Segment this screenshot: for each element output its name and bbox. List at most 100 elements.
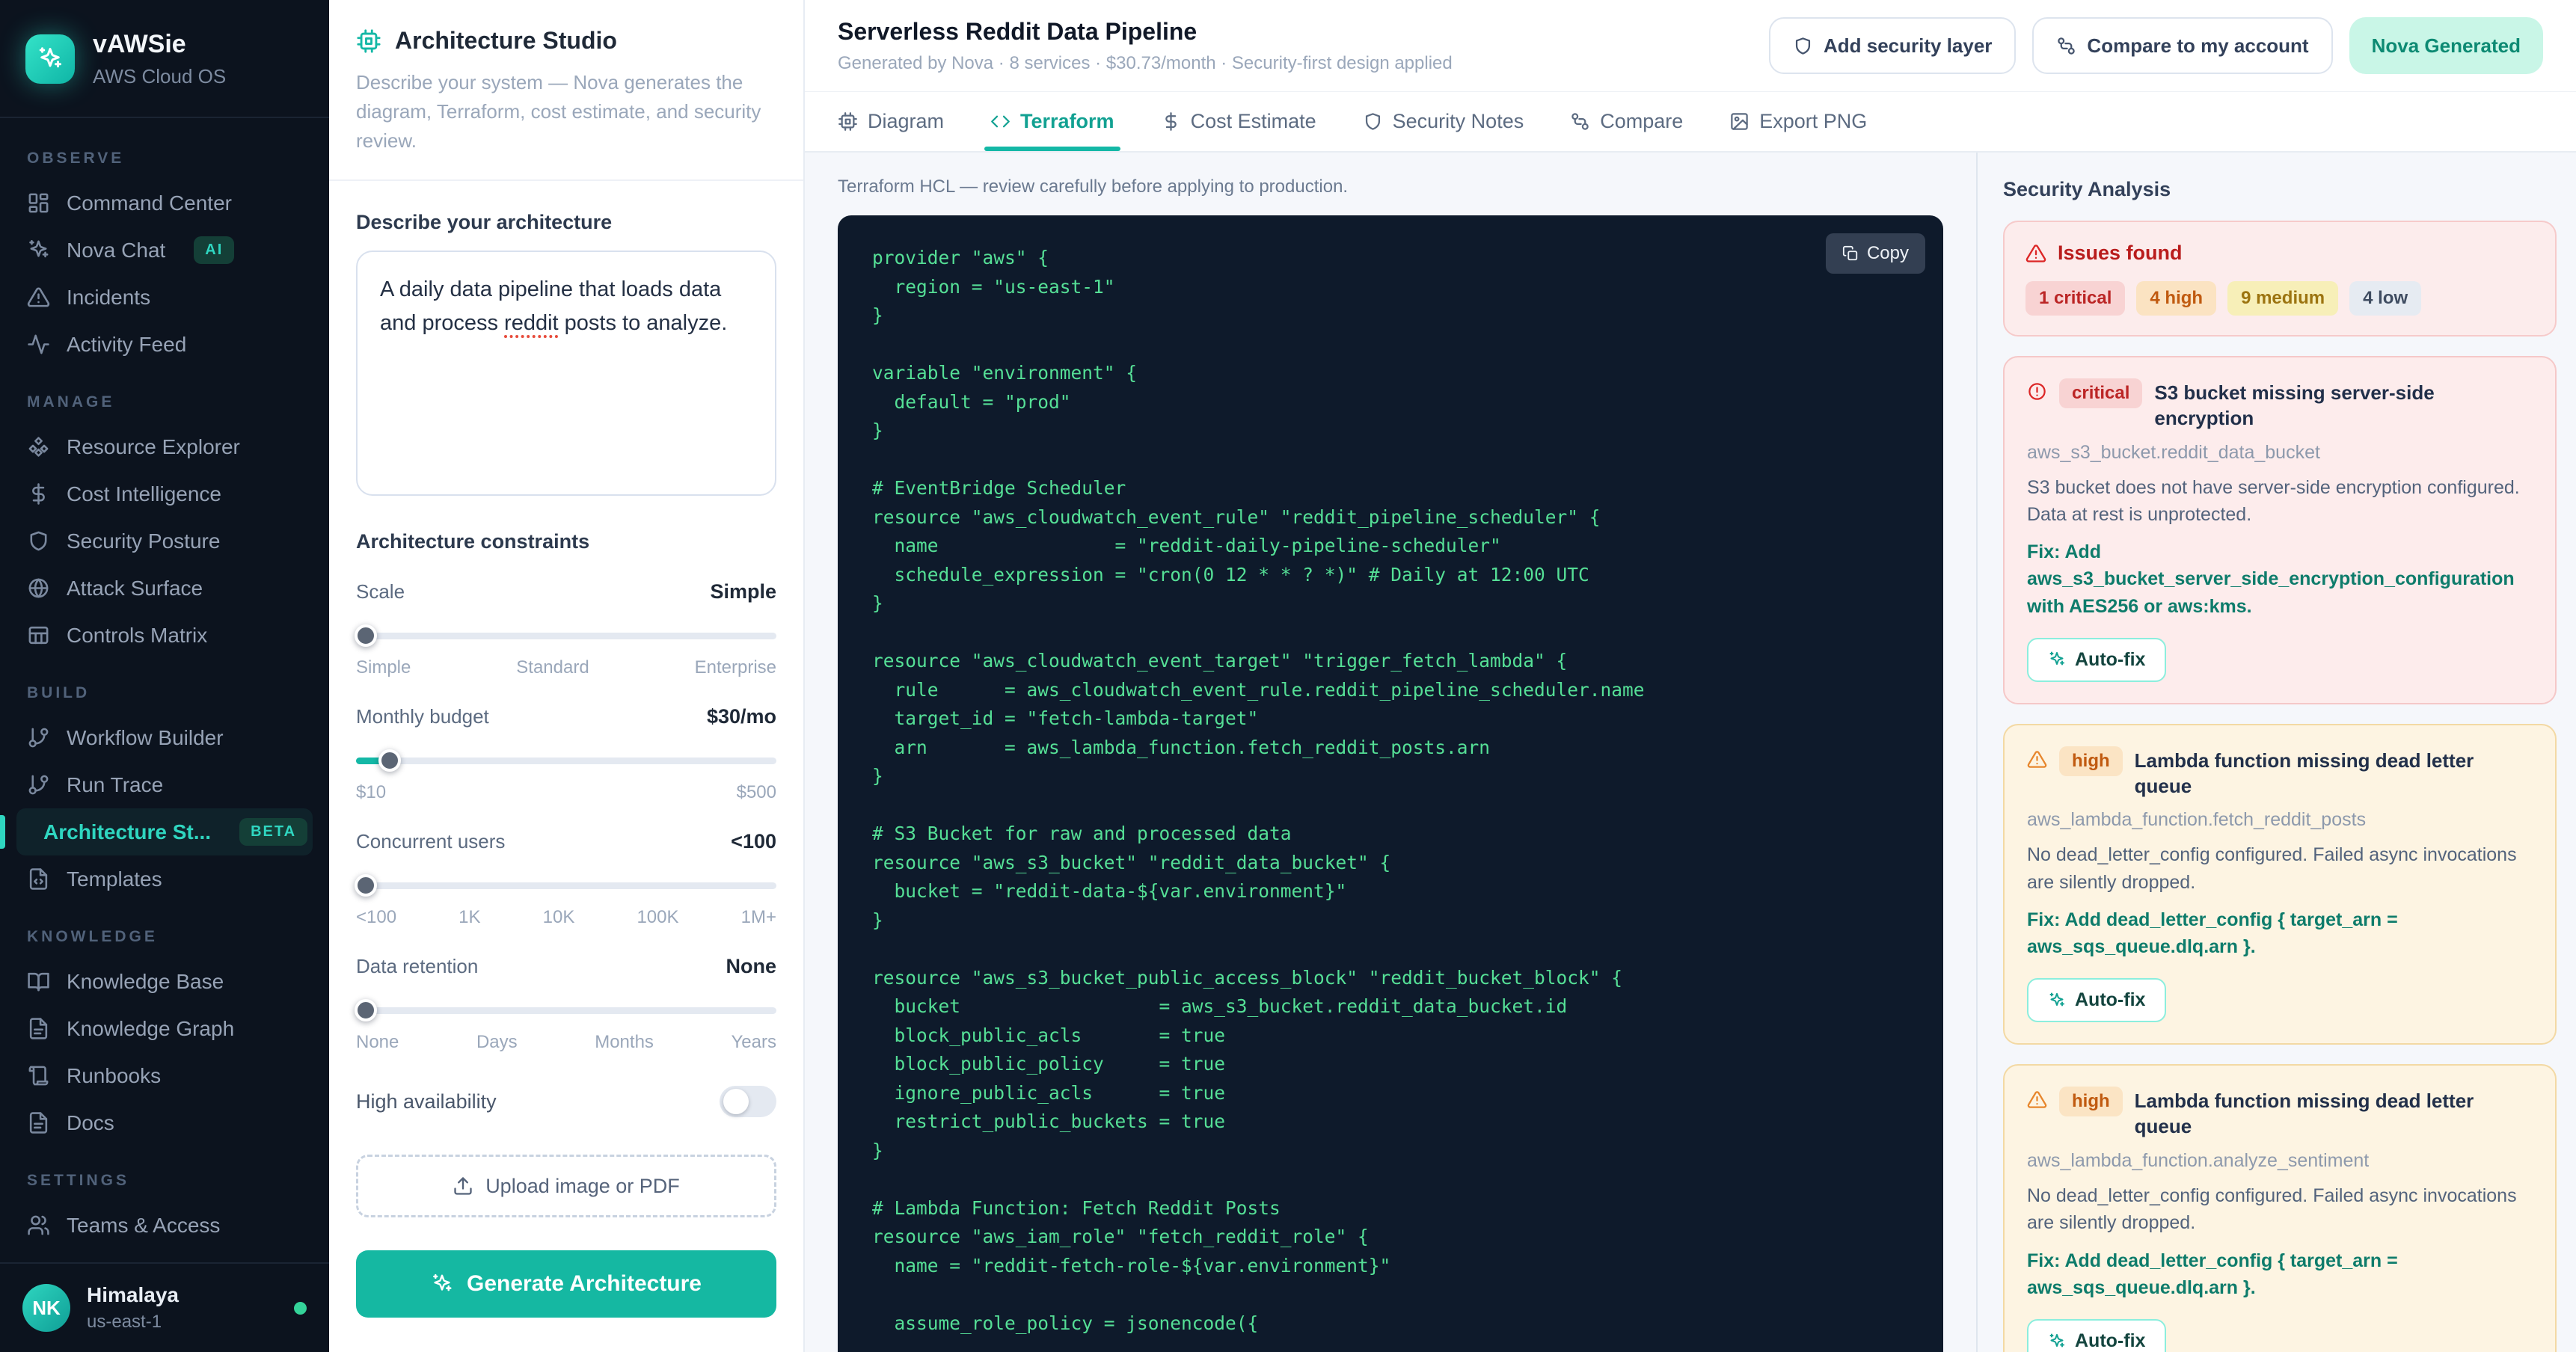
sidebar-item-docs[interactable]: Docs xyxy=(16,1099,313,1146)
constraint-concurrent-users: Concurrent users <100 <100 1K 10K 100K 1… xyxy=(355,830,776,928)
slider-thumb[interactable] xyxy=(355,874,377,897)
issue-description: No dead_letter_config configured. Failed… xyxy=(2027,1185,2517,1234)
sidebar-item-incidents[interactable]: Incidents xyxy=(16,274,313,321)
tab-compare[interactable]: Compare xyxy=(1570,91,1683,151)
image-icon xyxy=(1731,112,1749,130)
studio-title: Architecture Studio xyxy=(395,27,617,54)
git-branch-icon xyxy=(28,728,49,748)
sidebar-item-workflow-builder[interactable]: Workflow Builder xyxy=(16,714,313,761)
auto-fix-label: Auto-fix xyxy=(2075,1330,2146,1352)
sidebar-item-controls-matrix[interactable]: Controls Matrix xyxy=(16,612,313,659)
studio-header: Architecture Studio Describe your system… xyxy=(329,0,803,181)
sparkles-icon xyxy=(29,239,49,258)
user-bar[interactable]: NK Himalaya us-east-1 xyxy=(0,1262,329,1352)
issue-title: Lambda function missing dead letter queu… xyxy=(2134,749,2474,797)
git-compare-icon xyxy=(2058,37,2076,55)
constraint-label: Data retention xyxy=(356,955,479,977)
shield-icon xyxy=(1365,112,1380,130)
globe-icon xyxy=(28,578,49,598)
shield-icon xyxy=(1795,37,1811,55)
terraform-code[interactable]: provider "aws" { region = "us-east-1" } … xyxy=(838,215,1943,1352)
issue-description: No dead_letter_config configured. Failed… xyxy=(2027,844,2517,893)
sidebar-item-activity-feed[interactable]: Activity Feed xyxy=(16,321,313,368)
upload-button[interactable]: Upload image or PDF xyxy=(356,1155,776,1217)
severity-badge: high xyxy=(2059,746,2123,776)
ai-badge: AI xyxy=(194,236,235,264)
sidebar-item-knowledge-base[interactable]: Knowledge Base xyxy=(16,958,313,1005)
tick-label: Standard xyxy=(516,657,589,677)
sidebar-item-label: Docs xyxy=(67,1110,114,1134)
copy-button[interactable]: Copy xyxy=(1825,233,1925,274)
sidebar-item-run-trace[interactable]: Run Trace xyxy=(16,761,313,808)
sidebar-item-label: Incidents xyxy=(67,285,151,309)
high-count-chip: 4 high xyxy=(2136,281,2217,316)
sidebar-item-attack-surface[interactable]: Attack Surface xyxy=(16,565,313,612)
critical-count-chip: 1 critical xyxy=(2025,281,2126,316)
sidebar-item-runbooks[interactable]: Runbooks xyxy=(16,1052,313,1099)
sidebar-item-label: Runbooks xyxy=(67,1063,162,1087)
sparkles-icon xyxy=(2049,1333,2064,1348)
sidebar-item-nova-chat[interactable]: Nova Chat AI xyxy=(16,227,313,274)
sidebar-item-integrations[interactable]: Integrations xyxy=(16,1249,313,1263)
tick-label: 100K xyxy=(637,907,679,927)
tab-label: Diagram xyxy=(868,109,945,132)
sparkles-icon xyxy=(433,1273,452,1291)
copy-icon xyxy=(1842,245,1858,261)
sidebar-item-label: Cost Intelligence xyxy=(67,482,222,506)
sidebar-item-cost-intelligence[interactable]: Cost Intelligence xyxy=(16,470,313,517)
sparkles-icon xyxy=(2049,651,2064,666)
tab-label: Cost Estimate xyxy=(1190,109,1316,132)
auto-fix-button[interactable]: Auto-fix xyxy=(2027,1319,2167,1352)
compare-to-account-button[interactable]: Compare to my account xyxy=(2032,17,2333,74)
sidebar: vAWSie AWS Cloud OS OBSERVE Command Cent… xyxy=(0,0,329,1352)
tab-diagram[interactable]: Diagram xyxy=(838,91,944,151)
sparkles-icon xyxy=(39,47,61,68)
scale-slider[interactable] xyxy=(355,624,776,647)
issues-summary-card: Issues found 1 critical 4 high 9 medium … xyxy=(2003,221,2557,337)
severity-badge: critical xyxy=(2059,378,2143,408)
sidebar-item-label: Run Trace xyxy=(67,772,164,796)
tab-cost-estimate[interactable]: Cost Estimate xyxy=(1161,91,1316,151)
high-availability-toggle[interactable] xyxy=(720,1086,776,1117)
users-slider[interactable] xyxy=(355,874,776,897)
sidebar-item-teams-access[interactable]: Teams & Access xyxy=(16,1202,313,1249)
architecture-prompt-input[interactable]: A daily data pipeline that loads data an… xyxy=(356,251,776,496)
sidebar-item-label: Workflow Builder xyxy=(67,725,224,749)
tick-label: $10 xyxy=(356,782,387,802)
slider-thumb[interactable] xyxy=(355,624,377,647)
sidebar-item-label: Knowledge Base xyxy=(67,969,224,993)
auto-fix-button[interactable]: Auto-fix xyxy=(2027,637,2167,682)
slider-thumb[interactable] xyxy=(355,999,377,1021)
tab-security-notes[interactable]: Security Notes xyxy=(1363,91,1524,151)
security-analysis-panel: Security Analysis Issues found 1 critica… xyxy=(1976,153,2576,1352)
add-security-layer-button[interactable]: Add security layer xyxy=(1768,17,2017,74)
generate-architecture-button[interactable]: Generate Architecture xyxy=(356,1250,776,1318)
slider-thumb[interactable] xyxy=(378,749,401,772)
sidebar-item-label: Knowledge Graph xyxy=(67,1016,235,1040)
tick-label: 10K xyxy=(542,907,575,927)
budget-slider[interactable] xyxy=(356,749,776,772)
user-name: Himalaya xyxy=(87,1283,179,1306)
tab-label: Security Notes xyxy=(1392,109,1524,132)
dollar-icon xyxy=(1165,111,1177,131)
dollar-icon xyxy=(32,483,45,505)
auto-fix-button[interactable]: Auto-fix xyxy=(2027,978,2167,1023)
retention-slider[interactable] xyxy=(355,999,776,1021)
result-title: Serverless Reddit Data Pipeline xyxy=(838,17,1197,45)
auto-fix-label: Auto-fix xyxy=(2075,989,2146,1011)
sidebar-item-command-center[interactable]: Command Center xyxy=(16,179,313,227)
prompt-misspelled-word: reddit xyxy=(504,310,559,335)
tab-terraform[interactable]: Terraform xyxy=(984,91,1120,151)
sidebar-item-knowledge-graph[interactable]: Knowledge Graph xyxy=(16,1005,313,1052)
tab-export-png[interactable]: Export PNG xyxy=(1729,91,1867,151)
sidebar-item-architecture-studio[interactable]: Architecture St... BETA xyxy=(0,808,313,855)
sidebar-item-security-posture[interactable]: Security Posture xyxy=(16,517,313,565)
sidebar-item-templates[interactable]: Templates xyxy=(16,855,313,903)
file-code-icon xyxy=(29,868,48,890)
puzzle-icon xyxy=(27,1261,50,1262)
sidebar-item-resource-explorer[interactable]: Resource Explorer xyxy=(16,423,313,470)
generate-label: Generate Architecture xyxy=(466,1271,702,1296)
table-icon xyxy=(28,626,49,645)
dashboard-grid-icon xyxy=(28,193,49,213)
constraint-data-retention: Data retention None None Days Months Yea… xyxy=(355,955,776,1053)
